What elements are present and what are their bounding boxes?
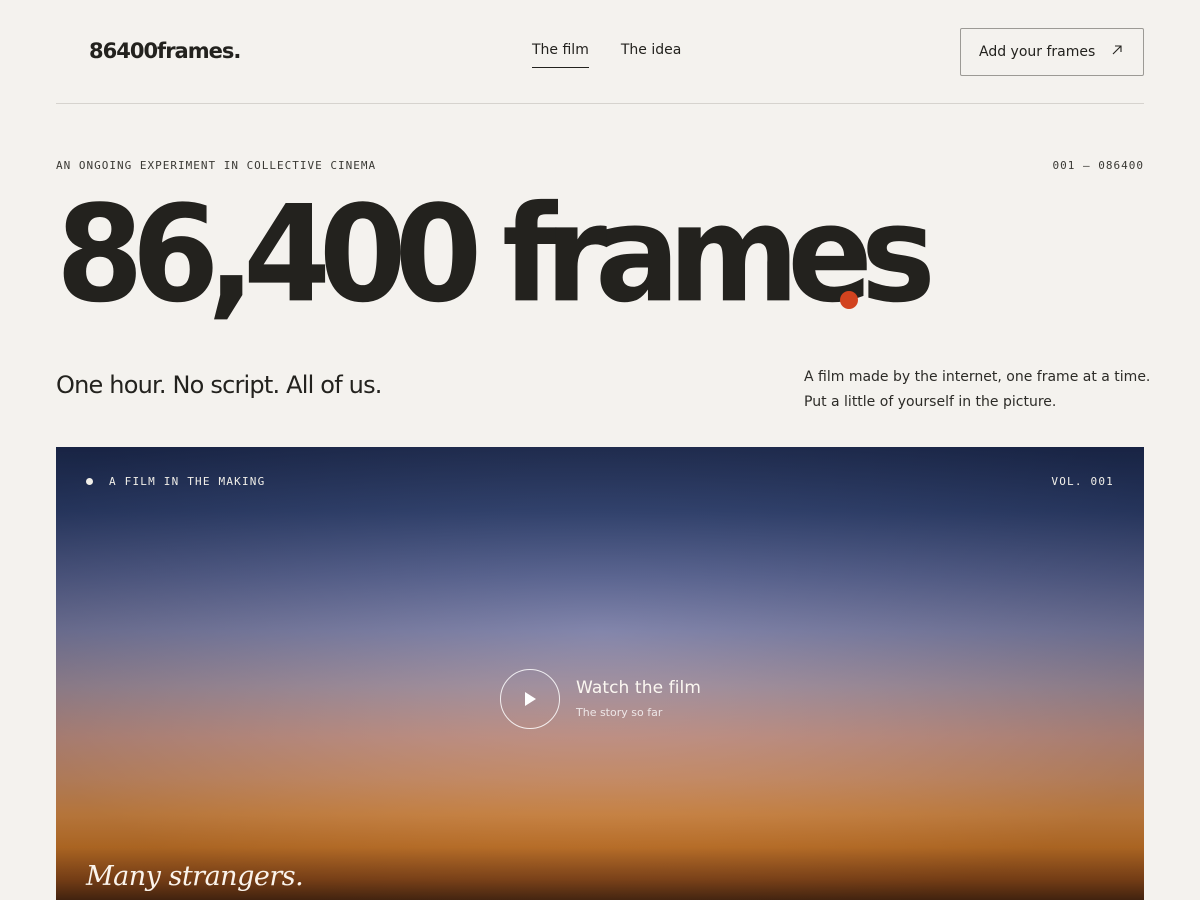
arrow-up-right-icon <box>1111 44 1123 60</box>
hero-title: 86,400 frames <box>56 176 936 333</box>
film-panel[interactable]: A FILM IN THE MAKING VOL. 001 Watch the … <box>56 447 1144 900</box>
add-your-frames-label: Add your frames <box>979 44 1096 60</box>
film-sky-image <box>56 447 1144 900</box>
blurb-line-2: Put a little of yourself in the picture. <box>804 394 1057 410</box>
hero-tagline: One hour. No script. All of us. <box>56 371 382 399</box>
page: 86400frames. The film The idea Add your … <box>0 0 1200 900</box>
play-icon <box>525 692 536 706</box>
play-button[interactable] <box>500 669 560 729</box>
eyebrow-text: AN ONGOING EXPERIMENT IN COLLECTIVE CINE… <box>56 159 377 172</box>
site-logo[interactable]: 86400frames. <box>89 39 241 63</box>
nav-item-the-idea[interactable]: The idea <box>621 42 681 68</box>
film-label: A FILM IN THE MAKING <box>86 475 265 488</box>
add-your-frames-button[interactable]: Add your frames <box>960 28 1144 76</box>
watch-film-link[interactable]: Watch the film <box>576 678 701 698</box>
watch-film-subtitle: The story so far <box>576 706 663 719</box>
film-volume: VOL. 001 <box>1051 475 1114 488</box>
header-divider <box>56 103 1144 104</box>
frame-range: 001 — 086400 <box>1052 159 1144 172</box>
hero-blurb: A film made by the internet, one frame a… <box>804 365 1154 415</box>
film-label-text: A FILM IN THE MAKING <box>109 475 266 488</box>
hero-accent-dot <box>840 291 858 309</box>
main-nav: The film The idea <box>532 42 681 68</box>
bullet-dot-icon <box>86 478 93 485</box>
film-caption: Many strangers. <box>86 861 304 892</box>
nav-item-the-film[interactable]: The film <box>532 42 589 68</box>
blurb-line-1: A film made by the internet, one frame a… <box>804 369 1151 385</box>
